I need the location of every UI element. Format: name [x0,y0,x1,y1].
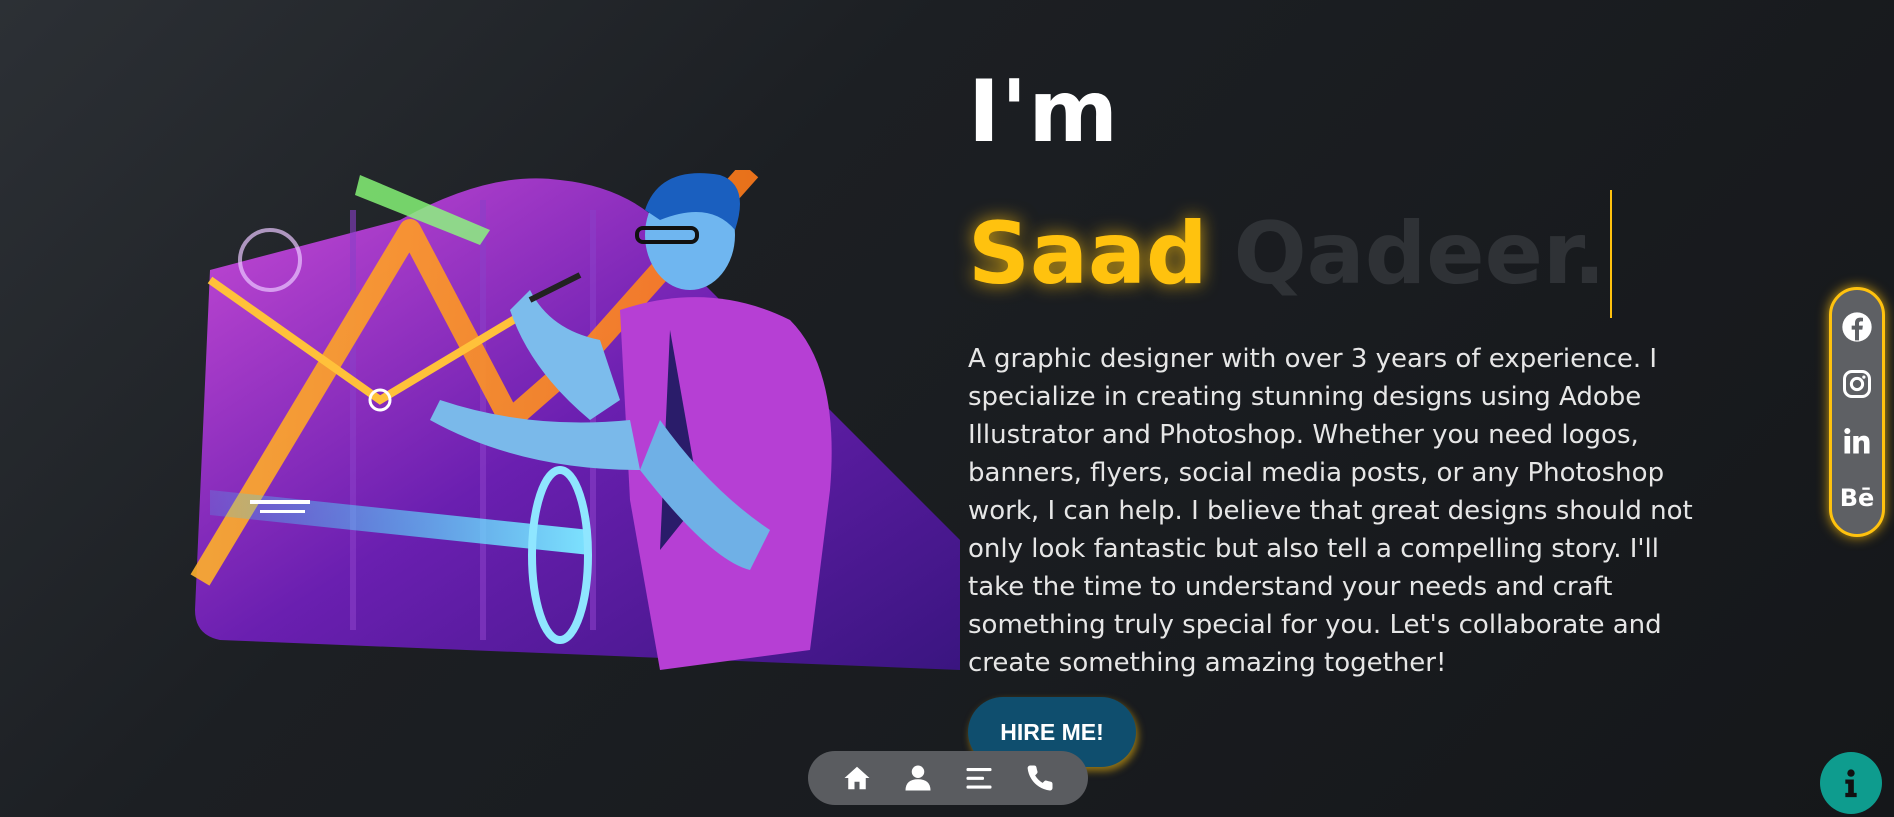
bottom-nav [808,751,1088,805]
facebook-icon [1842,311,1872,342]
phone-icon [1027,765,1053,791]
social-links: Bē [1829,287,1885,537]
social-linkedin[interactable] [1837,421,1877,461]
nav-home[interactable] [839,760,875,796]
linkedin-icon [1844,427,1870,453]
nav-about[interactable] [900,760,936,796]
instagram-icon [1843,369,1871,398]
nav-services[interactable] [961,760,997,796]
social-facebook[interactable] [1837,307,1877,347]
behance-icon: Bē [1839,483,1875,512]
social-instagram[interactable] [1837,364,1877,404]
home-icon [844,766,869,790]
name-first: Saad [968,204,1208,304]
menu-icon [966,768,991,789]
name-last: Qadeer. [1233,204,1606,304]
info-button[interactable] [1820,752,1882,814]
nav-contact[interactable] [1022,760,1058,796]
intro-section: I'm Saad Qadeer. A graphic designer with… [968,62,1728,682]
greeting-text: I'm [968,62,1119,162]
social-behance[interactable]: Bē [1837,478,1877,518]
typing-caret [1609,190,1612,318]
bio-paragraph: A graphic designer with over 3 years of … [968,344,1693,678]
name-heading: Saad Qadeer. [968,190,1728,318]
user-icon [905,765,930,791]
hero-illustration [190,170,960,670]
info-icon [1845,769,1857,798]
